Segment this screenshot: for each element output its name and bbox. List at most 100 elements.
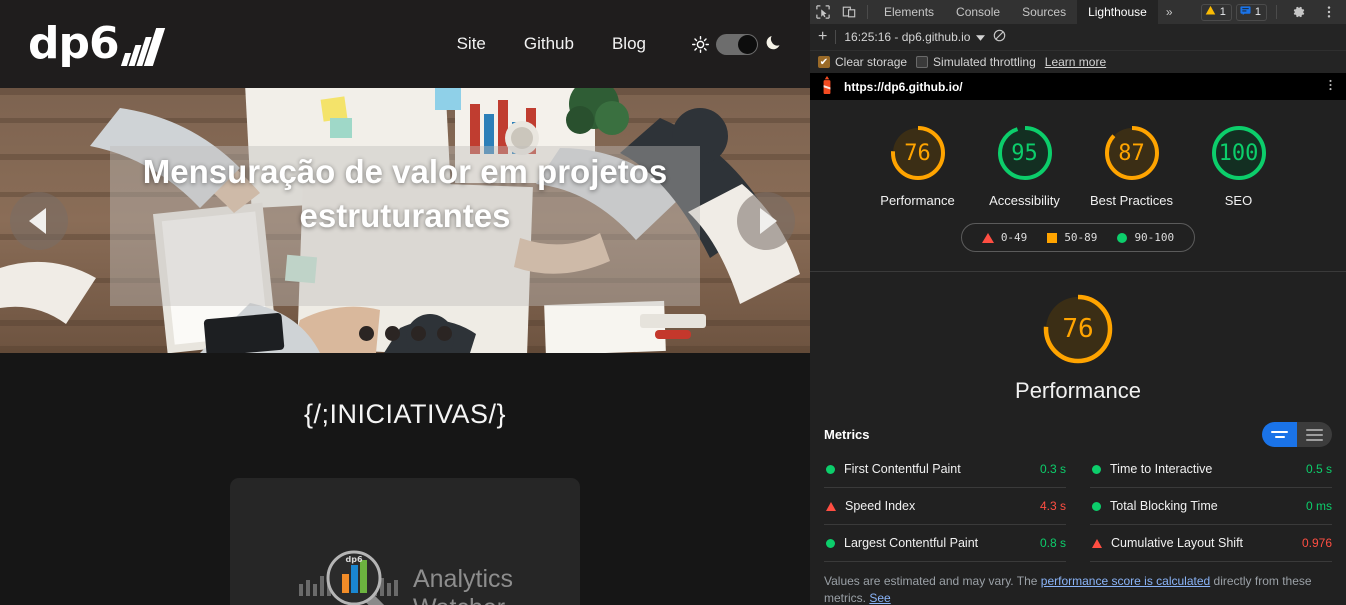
carousel-dot[interactable] [436,326,452,341]
tab-sources[interactable]: Sources [1011,0,1077,24]
theme-switch[interactable] [716,33,758,55]
tab-elements[interactable]: Elements [873,0,945,24]
carousel-prev-button[interactable] [10,191,68,250]
new-audit-button[interactable]: + [818,29,827,45]
metrics-grid: First Contentful Paint 0.3 s Time to Int… [810,451,1346,563]
legend-entry-fail: 0-49 [981,231,1027,244]
svg-text:dp6: dp6 [345,555,362,564]
clear-storage-option[interactable]: ✔ Clear storage [818,55,907,69]
more-tabs-button[interactable]: » [1158,5,1181,19]
carousel-next-button[interactable] [737,191,795,250]
initiative-card-analytics-watcher[interactable]: dp6 Analytics Watcher [230,478,580,605]
moon-icon [765,33,782,56]
gauge-ring-seo: 100 [1208,122,1270,184]
metric-total-blocking-time[interactable]: Total Blocking Time 0 ms [1090,488,1332,526]
lighthouse-url-bar: https://dp6.github.io/ [810,73,1346,100]
gear-icon[interactable] [1286,0,1312,24]
initiatives-list: dp6 Analytics Watcher [0,430,810,605]
circle-swatch-icon [1117,232,1128,243]
warning-triangle-icon [1205,5,1216,19]
metric-label: Cumulative Layout Shift [1111,536,1244,551]
legend-entry-average: 50-89 [1047,231,1097,244]
devtools-pane: Elements Console Sources Lighthouse » 1 [810,0,1346,605]
inspect-element-icon[interactable] [810,0,836,24]
website-pane: dp6 Site Github Blog Mensuração de valor… [0,0,810,605]
gauge-best-practices[interactable]: 87 Best Practices [1089,122,1175,209]
tab-lighthouse[interactable]: Lighthouse [1077,0,1158,24]
three-line-view-icon[interactable] [1297,422,1332,448]
hero-carousel: Mensuração de valor em projetos estrutur… [0,88,810,353]
nav-link-blog[interactable]: Blog [612,34,646,54]
performance-section-header: 76 Performance [810,272,1346,404]
gauge-performance[interactable]: 76 Performance [875,122,961,209]
throttling-option[interactable]: Simulated throttling [916,55,1036,69]
throttling-checkbox[interactable] [916,56,929,68]
gauge-ring-performance: 76 [887,122,949,184]
gauge-label-best-practices: Best Practices [1089,193,1174,208]
nav-link-site[interactable]: Site [457,34,486,54]
two-line-view-icon[interactable] [1262,422,1297,448]
legend-pill: 0-49 50-89 90-100 [960,223,1196,253]
carousel-dot[interactable] [358,326,374,341]
metrics-heading: Metrics [824,427,870,443]
toolbar-divider [867,5,868,19]
magnifier-bar-chart-icon: dp6 [297,548,407,605]
legend-label-pass: 90-100 [1134,231,1175,245]
device-toolbar-icon[interactable] [836,0,862,24]
logo-bars-icon [120,28,165,66]
carousel-dot[interactable] [384,326,400,341]
carousel-dots [0,326,810,341]
analytics-watcher-logo: dp6 Analytics Watcher [297,548,513,605]
metric-time-to-interactive[interactable]: Time to Interactive 0.5 s [1090,451,1332,489]
lighthouse-runbar: + 16:25:16 - dp6.github.io [810,24,1346,51]
gauge-value-seo: 100 [1218,140,1259,166]
message-badge[interactable]: 1 [1235,3,1267,21]
runbar-divider [835,30,837,44]
site-header: dp6 Site Github Blog [0,0,810,88]
throttling-label: Simulated throttling [933,55,1036,69]
metric-first-contentful-paint[interactable]: First Contentful Paint 0.3 s [824,451,1066,489]
clear-storage-label: Clear storage [835,55,908,69]
dp6-logo[interactable]: dp6 [28,22,165,66]
gauge-ring-accessibility: 95 [994,122,1056,184]
devtools-tabbar: Elements Console Sources Lighthouse » 1 [810,0,1346,24]
metric-largest-contentful-paint[interactable]: Largest Contentful Paint 0.8 s [824,525,1066,563]
no-entry-icon[interactable] [993,29,1006,45]
score-gauges: 76 Performance 95 Accessibility 87 Best … [810,100,1346,209]
tab-console[interactable]: Console [945,0,1011,24]
report-menu-icon[interactable] [1324,78,1337,95]
kebab-menu-icon[interactable] [1316,0,1342,24]
metric-speed-index[interactable]: Speed Index 4.3 s [824,488,1066,526]
metric-label: Total Blocking Time [1110,499,1218,514]
chevron-down-icon [976,30,986,44]
chevron-right-icon [759,207,777,234]
nav-link-github[interactable]: Github [524,34,574,54]
audited-url: https://dp6.github.io/ [844,79,963,94]
metric-value: 4.3 s [1039,499,1066,514]
status-pass-icon [826,538,835,548]
status-pass-icon [1092,501,1101,511]
see-more-link[interactable]: See [869,591,890,605]
warning-count: 1 [1219,6,1226,18]
toolbar-divider-2 [1276,5,1277,19]
carousel-dot[interactable] [410,326,426,341]
metric-value: 0 ms [1305,499,1332,514]
metric-value: 0.976 [1301,536,1332,551]
warning-badge[interactable]: 1 [1200,3,1232,21]
learn-more-link[interactable]: Learn more [1045,55,1106,69]
gauge-label-performance: Performance [880,193,955,208]
run-selector[interactable]: 16:25:16 - dp6.github.io [844,30,986,44]
metric-cumulative-layout-shift[interactable]: Cumulative Layout Shift 0.976 [1090,525,1332,563]
lighthouse-icon [819,75,835,98]
clear-storage-checkbox[interactable]: ✔ [818,56,830,68]
gauge-accessibility[interactable]: 95 Accessibility [982,122,1068,209]
gauge-seo[interactable]: 100 SEO [1196,122,1282,209]
theme-toggle[interactable] [692,33,782,56]
gauge-value-best-practices: 87 [1118,140,1145,166]
metric-label: Largest Contentful Paint [844,536,979,551]
performance-score-link[interactable]: performance score is calculated [1041,574,1210,588]
lighthouse-options: ✔ Clear storage Simulated throttling Lea… [810,51,1346,73]
legend-entry-pass: 90-100 [1117,231,1174,244]
site-nav: Site Github Blog [457,33,782,56]
metrics-view-toggle[interactable] [1262,422,1332,448]
